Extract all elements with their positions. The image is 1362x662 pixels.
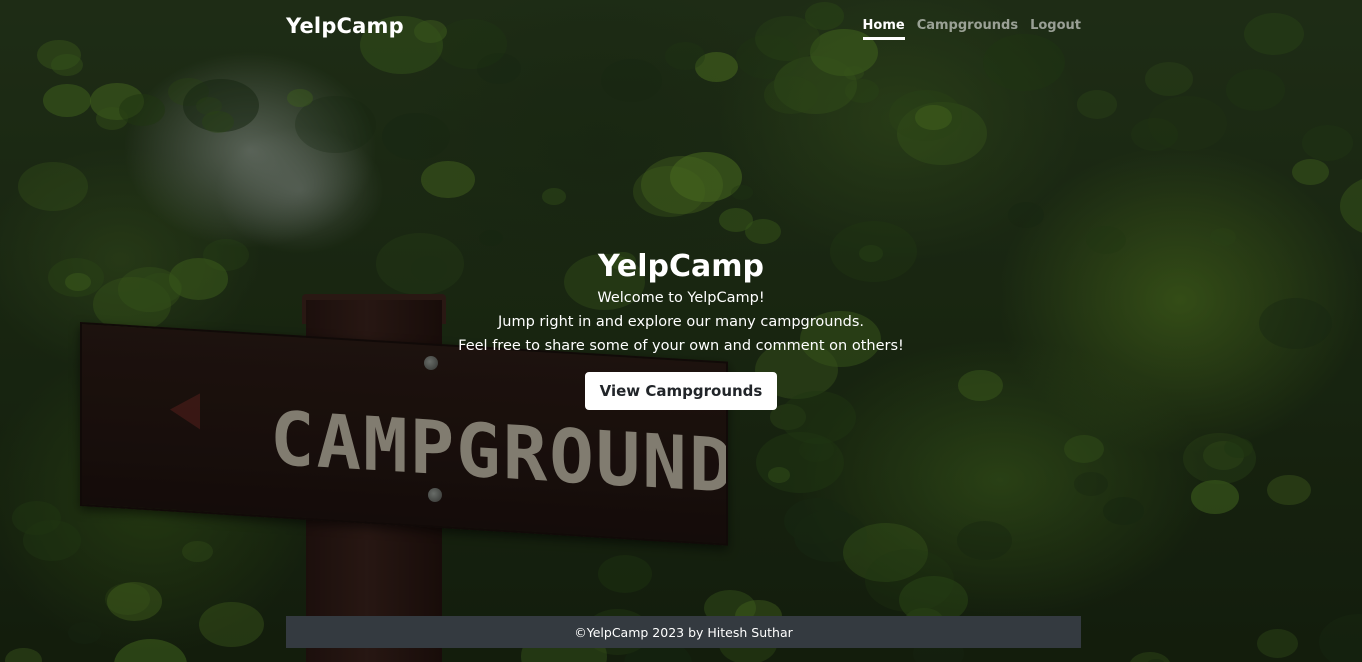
hero-title: YelpCamp [597, 249, 765, 284]
nav-links: Home Campgrounds Logout [862, 18, 1081, 40]
hero-explore-text: Jump right in and explore our many campg… [498, 314, 864, 330]
hero-welcome-text: Welcome to YelpCamp! [597, 290, 765, 306]
nav-link-campgrounds[interactable]: Campgrounds [917, 18, 1018, 40]
view-campgrounds-button[interactable]: View Campgrounds [584, 372, 778, 410]
hero-section: YelpCamp Welcome to YelpCamp! Jump right… [0, 248, 1362, 410]
footer: ©YelpCamp 2023 by Hitesh Suthar [286, 616, 1081, 648]
brand-logo[interactable]: YelpCamp [286, 14, 404, 38]
top-navbar: YelpCamp Home Campgrounds Logout [286, 12, 1081, 44]
footer-copyright: ©YelpCamp 2023 by Hitesh Suthar [574, 624, 793, 640]
hero-share-text: Feel free to share some of your own and … [458, 338, 904, 354]
nav-link-home[interactable]: Home [862, 18, 905, 40]
nav-link-logout[interactable]: Logout [1030, 18, 1081, 40]
